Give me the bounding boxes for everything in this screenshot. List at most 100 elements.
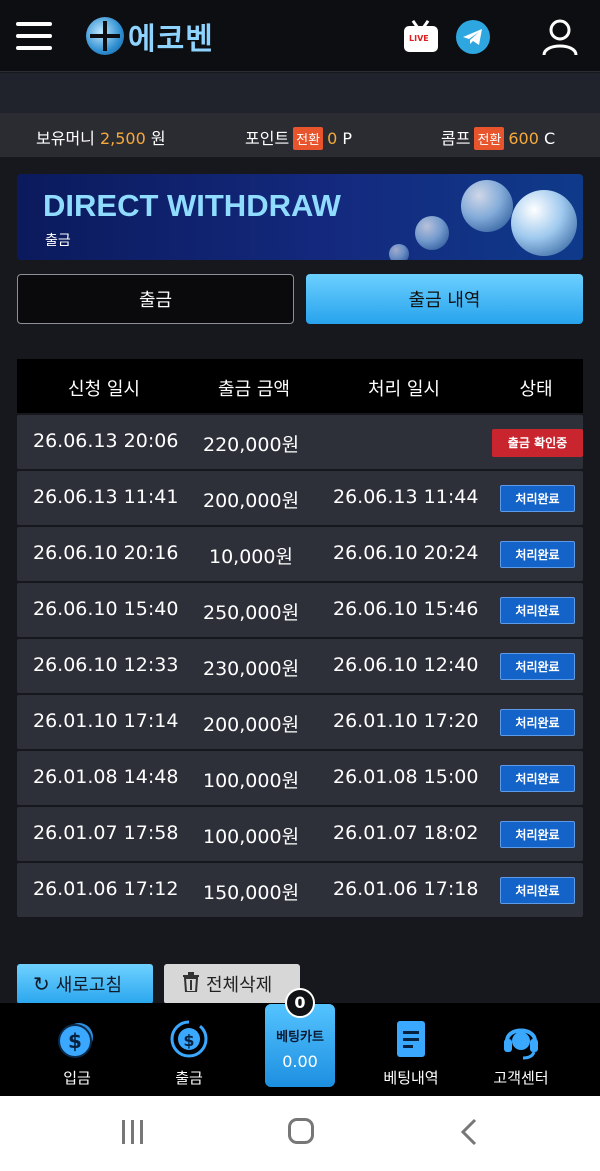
nav-deposit-label: 입금 <box>63 1069 91 1087</box>
table-row: 26.01.10 17:14 200,000원 26.01.10 17:20 처… <box>17 695 583 749</box>
logo-text: 에코벤 <box>128 22 214 57</box>
processed-time: 26.01.06 17:18 <box>333 878 479 900</box>
bet-cart-count-badge: 0 <box>285 988 315 1018</box>
coin-decoration <box>415 216 449 250</box>
status-badge: 처리완료 <box>500 877 575 904</box>
system-nav-bar <box>0 1096 600 1171</box>
banner-title: DIRECT WITHDRAW <box>43 188 341 223</box>
nav-support[interactable]: 고객센터 <box>471 1017 571 1088</box>
requested-time: 26.06.13 20:06 <box>33 430 179 452</box>
nav-withdraw[interactable]: $ 출금 <box>139 1017 239 1088</box>
table-row: 26.06.10 15:40 250,000원 26.06.10 15:46 처… <box>17 583 583 637</box>
table-row: 26.06.13 20:06 220,000원 출금 확인중 <box>17 415 583 469</box>
headset-icon <box>499 1017 543 1061</box>
point-balance: 포인트 전환 0 P <box>245 127 353 150</box>
column-header: 처리 일시 <box>368 379 440 400</box>
amount: 220,000원 <box>203 434 300 456</box>
dollar-exchange-icon: $ <box>167 1017 211 1061</box>
nav-bet-history-label: 베팅내역 <box>383 1069 439 1087</box>
status-badge: 처리완료 <box>500 709 575 736</box>
telegram-icon[interactable] <box>456 20 490 54</box>
requested-time: 26.06.10 12:33 <box>33 654 179 676</box>
comp-value: 600 <box>508 129 539 148</box>
bet-cart-value: 0.00 <box>282 1052 318 1071</box>
money-balance: 보유머니 2,500 원 <box>36 129 166 148</box>
column-header: 신청 일시 <box>68 379 140 400</box>
status-badge: 처리완료 <box>500 597 575 624</box>
point-convert-button[interactable]: 전환 <box>293 127 324 150</box>
logo[interactable]: 에코벤 <box>86 14 214 58</box>
live-label: LIVE <box>409 34 429 43</box>
refresh-label: 새로고침 <box>55 975 123 996</box>
amount: 100,000원 <box>203 770 300 792</box>
requested-time: 26.01.06 17:12 <box>33 878 179 900</box>
home-icon[interactable] <box>288 1118 314 1144</box>
status-badge: 처리완료 <box>500 765 575 792</box>
processed-time: 26.06.10 20:24 <box>333 542 479 564</box>
svg-text:$: $ <box>183 1031 194 1050</box>
requested-time: 26.06.13 11:41 <box>33 486 179 508</box>
coin-decoration <box>389 244 409 260</box>
refresh-button[interactable]: ↻ 새로고침 <box>17 964 153 1004</box>
logo-mark-icon <box>86 17 124 55</box>
tab-withdraw[interactable]: 출금 <box>17 274 294 324</box>
processed-time: 26.01.10 17:20 <box>333 710 479 732</box>
status-badge: 처리완료 <box>500 485 575 512</box>
nav-support-label: 고객센터 <box>493 1069 549 1087</box>
balance-bar: 보유머니 2,500 원 포인트 전환 0 P 콤프 전환 600 C <box>0 113 600 157</box>
nav-bet-history[interactable]: 베팅내역 <box>361 1017 461 1088</box>
table-row: 26.01.08 14:48 100,000원 26.01.08 15:00 처… <box>17 751 583 805</box>
status-badge: 처리완료 <box>500 821 575 848</box>
status-badge: 출금 확인중 <box>492 429 583 457</box>
tab-withdraw-history[interactable]: 출금 내역 <box>306 274 583 324</box>
table-row: 26.06.13 11:41 200,000원 26.06.13 11:44 처… <box>17 471 583 525</box>
refresh-icon: ↻ <box>33 972 50 996</box>
processed-time: 26.06.13 11:44 <box>333 486 479 508</box>
requested-time: 26.01.08 14:48 <box>33 766 179 788</box>
money-value: 2,500 <box>99 129 146 148</box>
delete-all-button[interactable]: 전체삭제 <box>164 964 300 1004</box>
point-value: 0 <box>327 129 338 148</box>
svg-text:$: $ <box>68 1029 82 1053</box>
trash-icon <box>182 971 200 997</box>
live-tv-icon[interactable]: LIVE <box>404 19 438 52</box>
amount: 100,000원 <box>203 826 300 848</box>
nav-deposit[interactable]: $ 입금 <box>27 1017 127 1088</box>
table-header: 신청 일시 출금 금액 처리 일시 상태 <box>17 359 583 413</box>
status-badge: 처리완료 <box>500 653 575 680</box>
top-bar: 에코벤 LIVE <box>0 0 600 72</box>
banner-subtitle: 출금 <box>45 233 71 249</box>
amount: 10,000원 <box>209 546 293 568</box>
amount: 200,000원 <box>203 490 300 512</box>
table-row: 26.01.07 17:58 100,000원 26.01.07 18:02 처… <box>17 807 583 861</box>
delete-all-label: 전체삭제 <box>206 975 273 996</box>
requested-time: 26.06.10 20:16 <box>33 542 179 564</box>
comp-balance: 콤프 전환 600 C <box>441 127 556 150</box>
column-header: 상태 <box>519 379 553 400</box>
amount: 250,000원 <box>203 602 300 624</box>
processed-time: 26.06.10 12:40 <box>333 654 479 676</box>
nav-withdraw-label: 출금 <box>175 1069 203 1087</box>
table-row: 26.06.10 20:16 10,000원 26.06.10 20:24 처리… <box>17 527 583 581</box>
withdraw-banner: DIRECT WITHDRAW 출금 <box>17 174 583 260</box>
comp-convert-button[interactable]: 전환 <box>474 127 505 150</box>
column-header: 출금 금액 <box>218 379 290 400</box>
status-badge: 처리완료 <box>500 541 575 568</box>
processed-time: 26.06.10 15:46 <box>333 598 479 620</box>
coin-decoration <box>461 180 513 232</box>
processed-time: 26.01.08 15:00 <box>333 766 479 788</box>
amount: 150,000원 <box>203 882 300 904</box>
amount: 230,000원 <box>203 658 300 680</box>
amount: 200,000원 <box>203 714 300 736</box>
sub-nav-bar <box>0 73 600 113</box>
document-icon <box>389 1017 433 1061</box>
requested-time: 26.06.10 15:40 <box>33 598 179 620</box>
user-icon[interactable] <box>540 18 580 56</box>
recent-apps-icon[interactable] <box>120 1120 146 1144</box>
requested-time: 26.01.07 17:58 <box>33 822 179 844</box>
menu-icon[interactable] <box>16 22 52 50</box>
bet-cart-label: 베팅카트 <box>276 1030 324 1045</box>
coin-decoration <box>511 190 577 256</box>
table-row: 26.01.06 17:12 150,000원 26.01.06 17:18 처… <box>17 863 583 917</box>
back-icon[interactable] <box>460 1118 478 1150</box>
